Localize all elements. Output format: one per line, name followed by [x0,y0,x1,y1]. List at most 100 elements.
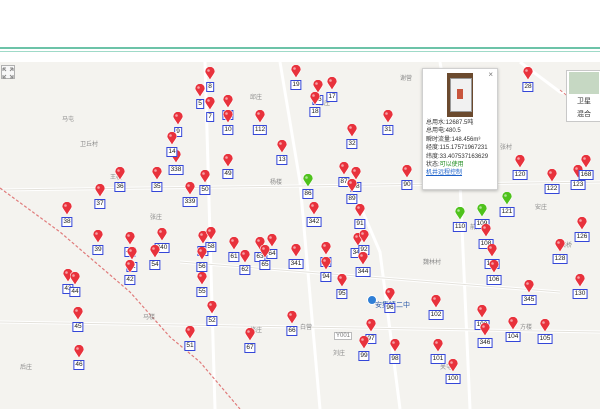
red-pin-icon[interactable] [477,305,487,319]
red-pin-icon[interactable] [310,92,320,106]
fullscreen-toggle-button[interactable] [1,65,15,79]
red-pin-icon[interactable] [540,319,550,333]
red-pin-icon[interactable] [515,155,525,169]
red-pin-icon[interactable] [127,247,137,261]
red-pin-icon[interactable] [205,67,215,81]
red-pin-icon[interactable] [195,84,205,98]
red-pin-icon[interactable] [157,228,167,242]
red-pin-icon[interactable] [480,323,490,337]
satellite-thumbnail[interactable] [569,72,599,94]
red-pin-icon[interactable] [433,339,443,353]
map-canvas[interactable]: 马屯 卫丘村 谢营 安庄 石桥 魏林村 马楼 修庄 白营 刘庄 常庄 前阳 后庄… [0,62,600,409]
road-shield: Y001 [334,332,353,340]
red-pin-icon[interactable] [287,311,297,325]
red-pin-icon[interactable] [390,339,400,353]
green-pin-icon[interactable] [303,174,313,188]
place-label: 安庄 [535,205,548,211]
red-pin-icon[interactable] [185,182,195,196]
red-pin-icon[interactable] [321,257,331,271]
red-pin-icon[interactable] [366,319,376,333]
well-marker-label: 14 [166,147,178,157]
red-pin-icon[interactable] [489,260,499,274]
red-pin-icon[interactable] [245,328,255,342]
red-pin-icon[interactable] [291,65,301,79]
well-marker-label: 13 [276,155,288,165]
red-pin-icon[interactable] [547,169,557,183]
red-pin-icon[interactable] [125,260,135,274]
red-pin-icon[interactable] [448,359,458,373]
red-pin-icon[interactable] [152,167,162,181]
red-pin-icon[interactable] [277,140,287,154]
red-pin-icon[interactable] [197,247,207,261]
red-pin-icon[interactable] [205,97,215,111]
remote-control-link[interactable]: 机井远程控制 [426,169,498,177]
well-marker-label: 110 [452,222,468,232]
red-pin-icon[interactable] [347,179,357,193]
red-pin-icon[interactable] [577,217,587,231]
well-marker-label: 54 [149,260,161,270]
red-pin-icon[interactable] [223,95,233,109]
red-pin-icon[interactable] [260,245,270,259]
well-marker-label: 99 [358,351,370,361]
green-pin-icon[interactable] [477,204,487,218]
well-marker-label: 31 [382,125,394,135]
map-type-switcher[interactable]: 卫星 混合 [566,70,600,122]
red-pin-icon[interactable] [255,110,265,124]
red-pin-icon[interactable] [229,237,239,251]
red-pin-icon[interactable] [487,244,497,258]
red-pin-icon[interactable] [523,67,533,81]
status-row: 状态:可以使用 [426,161,498,169]
red-pin-icon[interactable] [197,272,207,286]
red-pin-icon[interactable] [327,77,337,91]
well-marker-label: 39 [92,245,104,255]
red-pin-icon[interactable] [575,274,585,288]
red-pin-icon[interactable] [321,242,331,256]
satellite-option[interactable]: 卫星 [567,96,600,106]
hybrid-option[interactable]: 混合 [567,109,600,119]
red-pin-icon[interactable] [383,110,393,124]
red-pin-icon[interactable] [555,239,565,253]
red-pin-icon[interactable] [62,202,72,216]
red-pin-icon[interactable] [185,326,195,340]
red-pin-icon[interactable] [385,288,395,302]
red-pin-icon[interactable] [339,162,349,176]
red-pin-icon[interactable] [74,345,84,359]
green-pin-icon[interactable] [455,207,465,221]
red-pin-icon[interactable] [70,272,80,286]
red-pin-icon[interactable] [125,232,135,246]
red-pin-icon[interactable] [206,227,216,241]
red-pin-icon[interactable] [347,124,357,138]
red-pin-icon[interactable] [402,165,412,179]
red-pin-icon[interactable] [359,230,369,244]
red-pin-icon[interactable] [581,155,591,169]
red-pin-icon[interactable] [481,224,491,238]
header-divider [0,47,600,49]
red-pin-icon[interactable] [93,230,103,244]
well-marker-label: 342 [306,217,322,227]
red-pin-icon[interactable] [115,167,125,181]
red-pin-icon[interactable] [359,336,369,350]
red-pin-icon[interactable] [358,252,368,266]
red-pin-icon[interactable] [200,170,210,184]
well-marker-label: 28 [522,82,534,92]
red-pin-icon[interactable] [223,154,233,168]
red-pin-icon[interactable] [524,280,534,294]
red-pin-icon[interactable] [150,245,160,259]
close-icon[interactable]: × [488,70,493,79]
red-pin-icon[interactable] [337,274,347,288]
red-pin-icon[interactable] [508,317,518,331]
red-pin-icon[interactable] [355,204,365,218]
red-pin-icon[interactable] [73,307,83,321]
red-pin-icon[interactable] [291,244,301,258]
red-pin-icon[interactable] [431,295,441,309]
red-pin-icon[interactable] [207,301,217,315]
red-pin-icon[interactable] [173,112,183,126]
well-marker-label: 45 [72,322,84,332]
red-pin-icon[interactable] [223,110,233,124]
well-marker-label: 105 [537,334,553,344]
red-pin-icon[interactable] [95,184,105,198]
red-pin-icon[interactable] [309,202,319,216]
red-pin-icon[interactable] [240,250,250,264]
green-pin-icon[interactable] [502,192,512,206]
red-pin-icon[interactable] [167,132,177,146]
